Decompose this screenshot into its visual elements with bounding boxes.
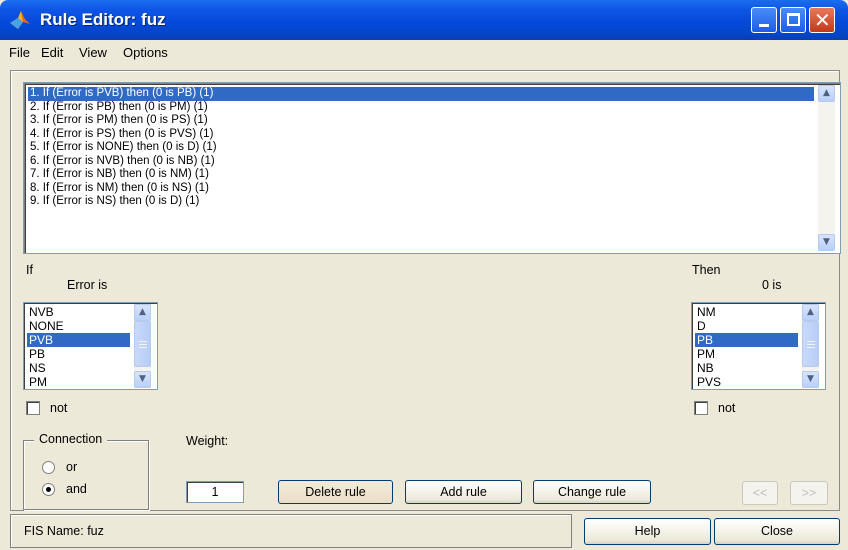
if-variable-label: Error is xyxy=(67,278,108,292)
menu-view[interactable]: View xyxy=(79,45,107,60)
rules-scrollbar[interactable]: ▲ ▼ xyxy=(818,85,835,251)
menu-file[interactable]: File xyxy=(9,45,30,60)
if-membership-listbox[interactable]: NVB NONE PVB PB NS PM ▲ ▼ xyxy=(23,302,158,390)
rule-item[interactable]: 7. If (Error is NB) then (0 is NM) (1) xyxy=(28,168,814,182)
then-option[interactable]: NM xyxy=(695,305,798,319)
menu-bar: File Edit View Options xyxy=(0,40,848,64)
then-membership-listbox[interactable]: NM D PB PM NB PVS ▲ ▼ xyxy=(691,302,826,390)
connection-and-radio[interactable] xyxy=(42,483,55,496)
status-bar: FIS Name: fuz xyxy=(10,514,572,548)
rule-item[interactable]: 4. If (Error is PS) then (0 is PVS) (1) xyxy=(28,128,814,142)
then-scrollbar[interactable]: ▲ ▼ xyxy=(802,304,819,388)
if-not-label: not xyxy=(50,401,68,415)
scroll-up-button[interactable]: ▲ xyxy=(134,304,151,321)
if-option[interactable]: PB xyxy=(27,347,130,361)
then-not-checkbox[interactable] xyxy=(694,401,708,415)
then-option[interactable]: NB xyxy=(695,361,798,375)
scroll-thumb[interactable] xyxy=(802,321,819,367)
scroll-thumb[interactable] xyxy=(134,321,151,367)
if-option[interactable]: NS xyxy=(27,361,130,375)
close-icon: ✕ xyxy=(814,8,831,32)
if-option[interactable]: NVB xyxy=(27,305,130,319)
if-option[interactable]: PM xyxy=(27,375,130,389)
matlab-icon xyxy=(10,11,30,29)
scroll-up-button[interactable]: ▲ xyxy=(802,304,819,321)
rule-item[interactable]: 2. If (Error is PB) then (0 is PM) (1) xyxy=(28,101,814,115)
next-rule-button[interactable]: >> xyxy=(790,481,828,505)
maximize-button[interactable] xyxy=(780,7,806,33)
close-button[interactable]: Close xyxy=(714,518,840,545)
rule-item[interactable]: 5. If (Error is NONE) then (0 is D) (1) xyxy=(28,141,814,155)
menu-options[interactable]: Options xyxy=(123,45,168,60)
rule-item[interactable]: 1. If (Error is PVB) then (0 is PB) (1) xyxy=(28,87,814,101)
then-not-label: not xyxy=(718,401,736,415)
delete-rule-button[interactable]: Delete rule xyxy=(278,480,393,504)
previous-rule-button[interactable]: << xyxy=(742,481,778,505)
connection-title: Connection xyxy=(34,432,108,446)
if-option[interactable]: PVB xyxy=(27,333,130,347)
if-option[interactable]: NONE xyxy=(27,319,130,333)
rule-item[interactable]: 8. If (Error is NM) then (0 is NS) (1) xyxy=(28,182,814,196)
menu-edit[interactable]: Edit xyxy=(41,45,63,60)
scroll-down-button[interactable]: ▼ xyxy=(134,371,151,388)
connection-group: Connection or and xyxy=(23,432,149,510)
connection-and-label: and xyxy=(66,482,87,496)
rule-item[interactable]: 9. If (Error is NS) then (0 is D) (1) xyxy=(28,195,814,209)
rule-item[interactable]: 3. If (Error is PM) then (0 is PS) (1) xyxy=(28,114,814,128)
rules-listbox[interactable]: 1. If (Error is PVB) then (0 is PB) (1) … xyxy=(23,82,841,254)
if-scrollbar[interactable]: ▲ ▼ xyxy=(134,304,151,388)
connection-or-label: or xyxy=(66,460,78,474)
maximize-icon xyxy=(787,13,800,26)
add-rule-button[interactable]: Add rule xyxy=(405,480,522,504)
if-not-checkbox[interactable] xyxy=(26,401,40,415)
minimize-icon xyxy=(759,24,769,27)
then-variable-label: 0 is xyxy=(762,278,782,292)
title-bar: Rule Editor: fuz ✕ xyxy=(0,0,848,40)
then-option[interactable]: PM xyxy=(695,347,798,361)
then-option[interactable]: PVS xyxy=(695,375,798,389)
weight-input[interactable]: 1 xyxy=(186,481,244,503)
scroll-up-button[interactable]: ▲ xyxy=(818,85,835,102)
rules-list: 1. If (Error is PVB) then (0 is PB) (1) … xyxy=(28,87,814,209)
then-option[interactable]: PB xyxy=(695,333,798,347)
close-window-button[interactable]: ✕ xyxy=(809,7,835,33)
weight-label: Weight: xyxy=(186,434,229,448)
minimize-button[interactable] xyxy=(751,7,777,33)
help-button[interactable]: Help xyxy=(584,518,711,545)
window-title: Rule Editor: fuz xyxy=(40,10,166,29)
connection-or-radio[interactable] xyxy=(42,461,55,474)
if-label: If xyxy=(26,263,33,277)
then-option[interactable]: D xyxy=(695,319,798,333)
rule-item[interactable]: 6. If (Error is NVB) then (0 is NB) (1) xyxy=(28,155,814,169)
scroll-down-button[interactable]: ▼ xyxy=(818,234,835,251)
change-rule-button[interactable]: Change rule xyxy=(533,480,651,504)
then-label: Then xyxy=(692,263,721,277)
scroll-down-button[interactable]: ▼ xyxy=(802,371,819,388)
